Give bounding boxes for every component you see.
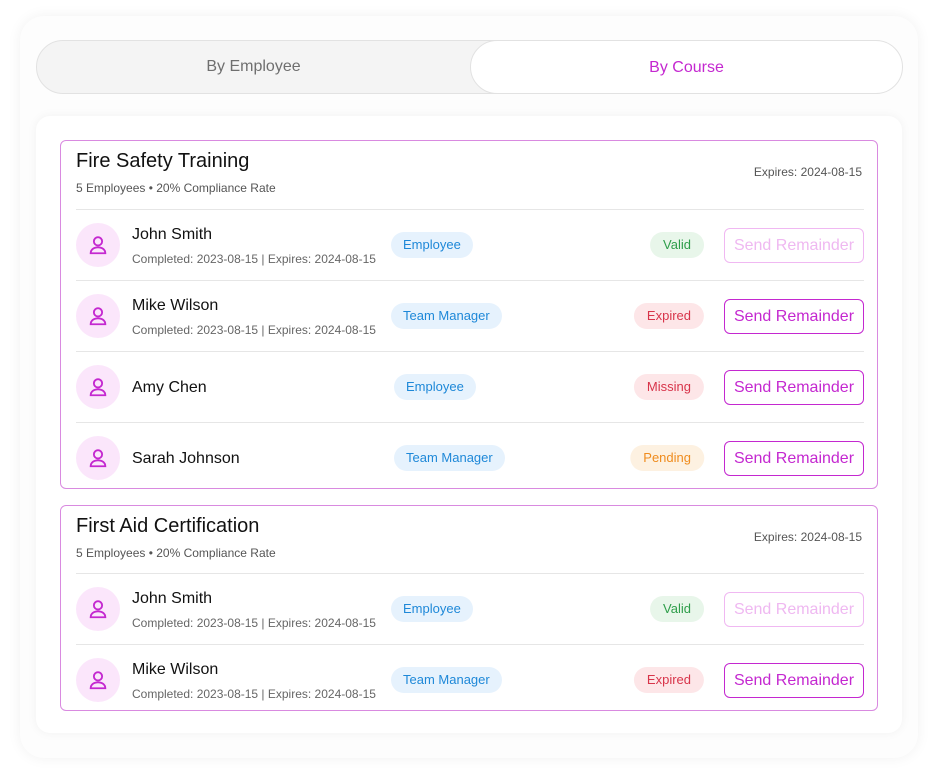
- user-icon: [89, 600, 107, 619]
- user-icon: [89, 307, 107, 326]
- status-badge: Valid: [650, 232, 704, 258]
- employee-row: John Smith Completed: 2023-08-15 | Expir…: [76, 209, 864, 280]
- view-toggle: By Employee By Course: [36, 40, 903, 94]
- status-badge: Expired: [633, 667, 704, 693]
- course-card: Fire Safety Training 5 Employees • 20% C…: [60, 140, 878, 489]
- course-title: First Aid Certification: [76, 515, 260, 537]
- completion-dates: Completed: 2023-08-15 | Expires: 2024-08…: [132, 616, 376, 630]
- employee-name: Sarah Johnson: [132, 450, 240, 467]
- employee-row: Sarah Johnson Team Manager Pending Send …: [76, 422, 864, 493]
- employee-name: John Smith: [132, 226, 213, 243]
- avatar: [76, 294, 120, 338]
- course-summary: 5 Employees • 20% Compliance Rate: [76, 181, 276, 195]
- avatar: [76, 365, 120, 409]
- user-icon: [89, 378, 107, 397]
- user-icon: [89, 671, 107, 690]
- avatar: [76, 587, 120, 631]
- send-reminder-button[interactable]: Send Remainder: [724, 228, 864, 263]
- tab-by-employee[interactable]: By Employee: [37, 40, 470, 94]
- employee-row: Mike Wilson Completed: 2023-08-15 | Expi…: [76, 644, 864, 715]
- send-reminder-button[interactable]: Send Remainder: [724, 592, 864, 627]
- completion-dates: Completed: 2023-08-15 | Expires: 2024-08…: [132, 252, 376, 266]
- status-badge: Missing: [633, 374, 704, 400]
- send-reminder-button[interactable]: Send Remainder: [724, 441, 864, 476]
- avatar: [76, 436, 120, 480]
- employee-row: Amy Chen Employee Missing Send Remainder: [76, 351, 864, 422]
- status-badge: Valid: [650, 596, 704, 622]
- employee-row: Mike Wilson Completed: 2023-08-15 | Expi…: [76, 280, 864, 351]
- avatar: [76, 223, 120, 267]
- role-badge: Team Manager: [391, 667, 502, 693]
- role-badge: Team Manager: [394, 445, 505, 471]
- employee-name: Mike Wilson: [132, 297, 219, 314]
- employee-name: Mike Wilson: [132, 661, 219, 678]
- course-title: Fire Safety Training: [76, 150, 250, 172]
- completion-dates: Completed: 2023-08-15 | Expires: 2024-08…: [132, 323, 376, 337]
- send-reminder-button[interactable]: Send Remainder: [724, 299, 864, 334]
- tab-by-course[interactable]: By Course: [470, 40, 903, 94]
- course-expiry: Expires: 2024-08-15: [753, 165, 862, 179]
- course-card: First Aid Certification 5 Employees • 20…: [60, 505, 878, 711]
- avatar: [76, 658, 120, 702]
- user-icon: [89, 236, 107, 255]
- role-badge: Team Manager: [391, 303, 502, 329]
- completion-dates: Completed: 2023-08-15 | Expires: 2024-08…: [132, 687, 376, 701]
- user-icon: [89, 449, 107, 468]
- employee-name: John Smith: [132, 590, 213, 607]
- employee-row: John Smith Completed: 2023-08-15 | Expir…: [76, 573, 864, 644]
- employee-name: Amy Chen: [132, 379, 207, 396]
- send-reminder-button[interactable]: Send Remainder: [724, 663, 864, 698]
- status-badge: Pending: [630, 445, 704, 471]
- course-expiry: Expires: 2024-08-15: [753, 530, 862, 544]
- role-badge: Employee: [391, 232, 473, 258]
- role-badge: Employee: [394, 374, 476, 400]
- send-reminder-button[interactable]: Send Remainder: [724, 370, 864, 405]
- status-badge: Expired: [633, 303, 704, 329]
- role-badge: Employee: [391, 596, 473, 622]
- course-summary: 5 Employees • 20% Compliance Rate: [76, 546, 276, 560]
